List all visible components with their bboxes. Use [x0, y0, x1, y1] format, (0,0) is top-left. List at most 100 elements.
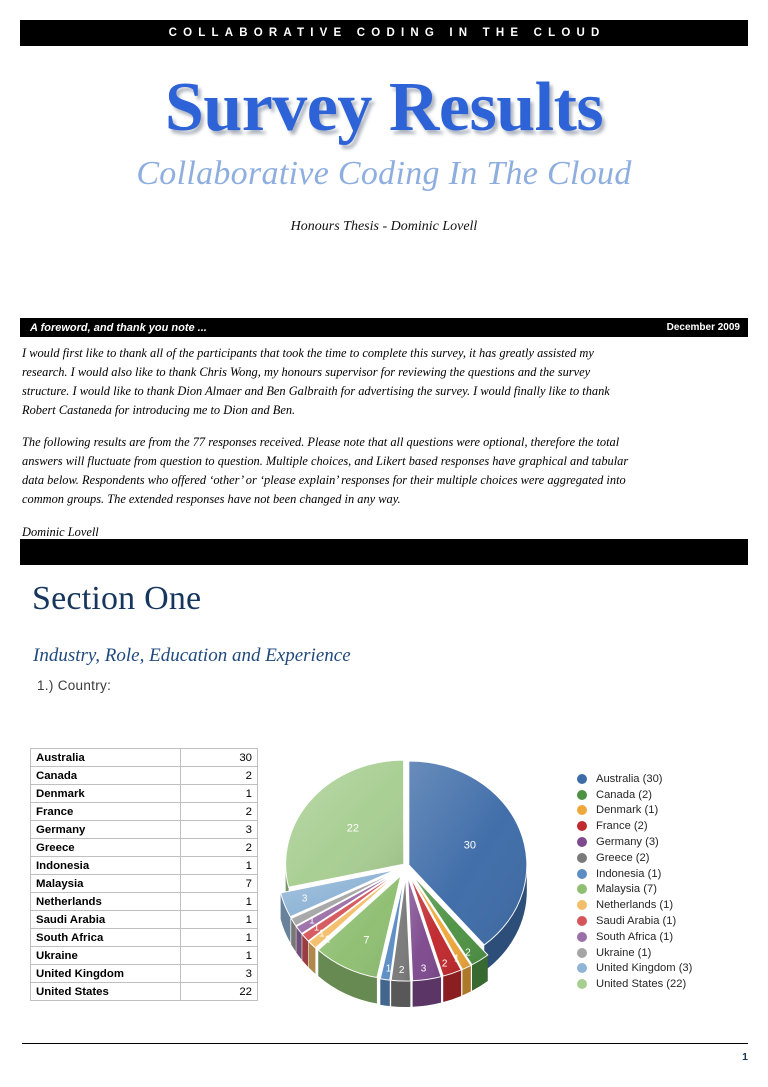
foreword-paragraph-1: I would first like to thank all of the p… — [22, 346, 610, 417]
table-row: France 2 — [29, 802, 258, 821]
foreword-date: December 2009 — [666, 322, 740, 333]
author-byline: Honours Thesis - Dominic Lovell — [290, 218, 478, 234]
legend-swatch-icon — [577, 837, 587, 848]
table-cell-count: 2 — [180, 802, 258, 821]
legend-swatch-icon — [577, 979, 587, 990]
country-pie-chart: 30 2 1 2 3 2 1 7 1 1 1 1 3 22 — [272, 748, 562, 1010]
legend-item: Greece (2) — [577, 850, 757, 866]
legend-swatch-icon — [577, 916, 587, 927]
pie-slice-label: 7 — [363, 935, 369, 947]
table-cell-count: 3 — [180, 964, 258, 983]
table-row: United States 22 — [29, 982, 258, 1001]
pie-slice-wall — [380, 978, 390, 1007]
table-cell-count: 1 — [180, 892, 258, 911]
legend-swatch-icon — [577, 773, 587, 784]
table-row: Canada 2 — [29, 766, 258, 785]
table-cell-count: 2 — [180, 766, 258, 785]
legend-item: Denmark (1) — [577, 803, 757, 819]
legend-label: Malaysia (7) — [596, 883, 657, 896]
banner-text: COLLABORATIVE CODING IN THE CLOUD — [168, 27, 606, 39]
table-row: Denmark 1 — [29, 784, 258, 803]
legend-swatch-icon — [577, 852, 587, 863]
table-row: United Kingdom 3 — [29, 964, 258, 983]
legend-item: Netherlands (1) — [577, 897, 757, 913]
legend-item: Germany (3) — [577, 834, 757, 850]
table-body: Australia 30 Canada 2 Denmark 1 France 2 Germany… — [29, 748, 258, 1001]
table-cell-count: 1 — [180, 784, 258, 803]
table-cell-count: 7 — [180, 874, 258, 893]
legend-swatch-icon — [577, 789, 587, 800]
table-cell-country: Ukraine — [29, 946, 182, 965]
section-title: Section One — [32, 580, 202, 617]
pie-slice-label: 3 — [302, 893, 308, 904]
pie-slice-wall — [462, 965, 471, 996]
question-label: 1.) Country: — [37, 678, 112, 693]
chart-legend: Australia (30) Canada (2) Denmark (1) Franc… — [577, 771, 757, 992]
legend-label: South Africa (1) — [596, 930, 674, 943]
pie-slice-label: 3 — [421, 964, 427, 975]
table-cell-country: Netherlands — [29, 892, 182, 911]
table-cell-country: South Africa — [29, 928, 182, 947]
table-cell-count: 1 — [180, 910, 258, 929]
document-banner: COLLABORATIVE CODING IN THE CLOUD — [20, 20, 748, 46]
table-cell-country: United Kingdom — [29, 964, 182, 983]
table-row: Saudi Arabia 1 — [29, 910, 258, 929]
legend-swatch-icon — [577, 821, 587, 832]
legend-item: Ukraine (1) — [577, 945, 757, 961]
legend-swatch-icon — [577, 900, 587, 911]
table-cell-country: Germany — [29, 820, 182, 839]
table-cell-country: Greece — [29, 838, 182, 857]
table-row: Malaysia 7 — [29, 874, 258, 893]
pie-slice-label: 2 — [442, 959, 448, 970]
table-cell-count: 3 — [180, 820, 258, 839]
table-cell-country: France — [29, 802, 182, 821]
pie-slice-gloss — [285, 760, 404, 888]
foreword-title: A foreword, and thank you note ... — [30, 321, 207, 334]
section-divider-bar — [20, 539, 748, 565]
table-cell-country: Canada — [29, 766, 182, 785]
table-cell-count: 22 — [180, 982, 258, 1001]
legend-swatch-icon — [577, 884, 587, 895]
table-row: Greece 2 — [29, 838, 258, 857]
table-row: Indonesia 1 — [29, 856, 258, 875]
table-cell-count: 1 — [180, 856, 258, 875]
table-row: Netherlands 1 — [29, 892, 258, 911]
pie-slice-label: 1 — [319, 929, 325, 940]
table-cell-country: Malaysia — [29, 874, 182, 893]
page-title: Survey Results — [164, 69, 604, 146]
legend-label: United States (22) — [596, 978, 687, 991]
legend-swatch-icon — [577, 805, 587, 816]
legend-swatch-icon — [577, 963, 587, 974]
country-data-table: Australia 30 Canada 2 Denmark 1 France 2 Germany… — [29, 748, 258, 1001]
legend-item: South Africa (1) — [577, 929, 757, 945]
table-cell-country: Australia — [29, 748, 182, 767]
table-row: Germany 3 — [29, 820, 258, 839]
legend-label: France (2) — [596, 820, 648, 833]
legend-swatch-icon — [577, 931, 587, 942]
section-subtitle: Industry, Role, Education and Experience — [33, 645, 351, 666]
table-row: South Africa 1 — [29, 928, 258, 947]
legend-label: Netherlands (1) — [596, 899, 674, 912]
table-cell-country: Indonesia — [29, 856, 182, 875]
pie-slice-wall — [412, 976, 442, 1007]
pie-slice-label: 1 — [454, 954, 460, 965]
table-row: Australia 30 — [29, 748, 258, 767]
legend-item: Saudi Arabia (1) — [577, 913, 757, 929]
table-cell-count: 1 — [180, 946, 258, 965]
legend-item: Australia (30) — [577, 771, 757, 787]
legend-item: Indonesia (1) — [577, 866, 757, 882]
pie-slice-label: 2 — [465, 947, 471, 958]
table-cell-country: Denmark — [29, 784, 182, 803]
legend-label: Germany (3) — [596, 836, 659, 849]
foreword-header-bar: A foreword, and thank you note ... Decem… — [20, 318, 748, 337]
legend-label: Indonesia (1) — [596, 867, 662, 880]
table-cell-count: 1 — [180, 928, 258, 947]
foreword-body: I would first like to thank all of the p… — [22, 344, 630, 542]
table-row: Ukraine 1 — [29, 946, 258, 965]
foreword-paragraph-2: The following results are from the 77 re… — [22, 435, 629, 506]
pie-slice-label: 1 — [325, 935, 331, 946]
pie-slice-label: 2 — [399, 965, 405, 976]
pie-chart-svg: 3021232171111322 — [279, 759, 528, 1007]
legend-label: Saudi Arabia (1) — [596, 915, 677, 928]
legend-item: France (2) — [577, 818, 757, 834]
